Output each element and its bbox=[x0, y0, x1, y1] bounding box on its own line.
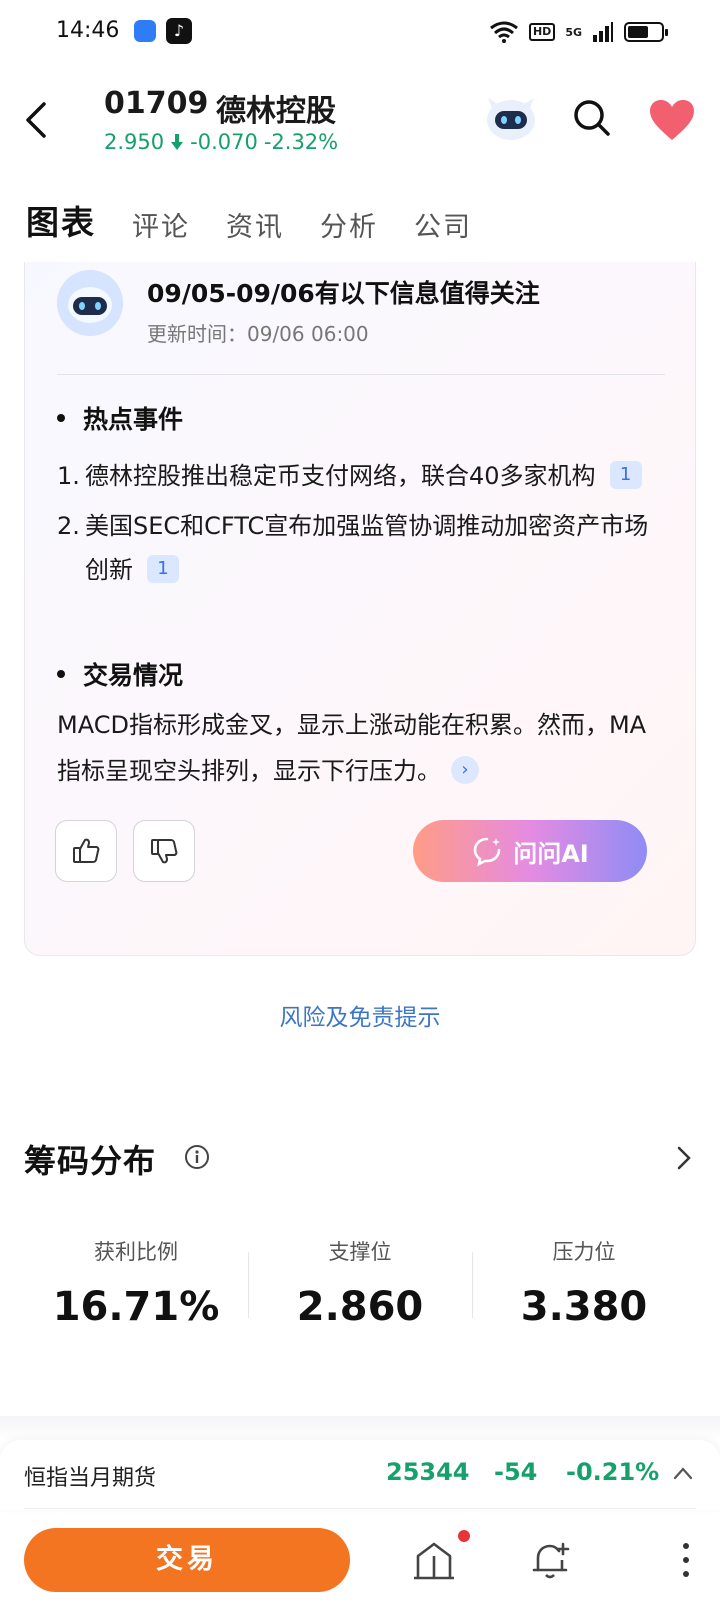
metric-resistance-level: 压力位 3.380 bbox=[472, 1236, 696, 1330]
stock-change: -0.070 bbox=[190, 130, 258, 154]
tab-comments[interactable]: 评论 bbox=[132, 205, 190, 244]
app-notification-icon bbox=[134, 20, 156, 42]
trade-button[interactable]: 交易 bbox=[24, 1528, 350, 1592]
list-item[interactable]: 2. 美国SEC和CFTC宣布加强监管协调推动加密资产市场创新 1 bbox=[57, 504, 657, 592]
ask-ai-button[interactable]: 问问AI bbox=[413, 820, 647, 882]
ai-robot-icon[interactable] bbox=[484, 94, 538, 142]
battery-icon bbox=[624, 22, 668, 42]
expand-chevron-icon[interactable]: › bbox=[451, 756, 479, 784]
futures-ticker-bar[interactable]: 恒指当月期货 25344 -54 -0.21% bbox=[0, 1440, 720, 1510]
metric-profit-ratio: 获利比例 16.71% bbox=[52, 1240, 220, 1330]
stock-name: 德林控股 bbox=[216, 94, 336, 129]
ai-card-updated-time: 更新时间：09/06 06:00 bbox=[147, 322, 369, 346]
trading-heading: 交易情况 bbox=[57, 656, 183, 692]
futures-change: -54 bbox=[494, 1458, 538, 1486]
network-type: 5G bbox=[565, 25, 582, 39]
tab-chart[interactable]: 图表 bbox=[24, 196, 96, 244]
stock-header: 01709 德林控股 2.950 -0.070 -2.32% bbox=[0, 80, 720, 170]
ai-insight-card: 09/05-09/06有以下信息值得关注 更新时间：09/06 06:00 热点… bbox=[24, 262, 696, 956]
back-arrow-icon[interactable] bbox=[22, 100, 52, 140]
reference-badge[interactable]: 1 bbox=[609, 461, 642, 489]
tiktok-notification-icon: ♪ bbox=[166, 18, 192, 44]
dislike-button[interactable] bbox=[133, 820, 195, 882]
section-tabs: 图表 评论 资讯 分析 公司 bbox=[24, 196, 472, 244]
section-separator bbox=[0, 1416, 720, 1440]
status-indicators: HD 5G bbox=[489, 18, 668, 46]
ai-card-title: 09/05-09/06有以下信息值得关注 bbox=[147, 279, 540, 308]
futures-name: 恒指当月期货 bbox=[24, 1466, 157, 1491]
stock-price: 2.950 bbox=[104, 130, 165, 154]
home-icon[interactable] bbox=[412, 1538, 456, 1582]
info-icon[interactable] bbox=[184, 1144, 210, 1170]
divider bbox=[24, 1508, 696, 1509]
ai-chat-icon bbox=[473, 837, 501, 867]
tab-analysis[interactable]: 分析 bbox=[320, 205, 378, 244]
bell-alert-icon[interactable] bbox=[528, 1538, 572, 1582]
stock-quote: 2.950 -0.070 -2.32% bbox=[104, 130, 338, 154]
more-vertical-icon[interactable] bbox=[676, 1540, 696, 1580]
ask-ai-label: 问问AI bbox=[513, 839, 589, 868]
futures-price: 25344 bbox=[386, 1458, 470, 1486]
tab-news[interactable]: 资讯 bbox=[226, 205, 284, 244]
hot-events-list: 1. 德林控股推出稳定币支付网络，联合40多家机构 1 2. 美国SEC和CFTC… bbox=[57, 454, 657, 598]
stock-change-pct: -2.32% bbox=[263, 130, 339, 154]
reference-badge[interactable]: 1 bbox=[147, 555, 179, 583]
chevron-right-icon[interactable] bbox=[674, 1144, 694, 1172]
status-time: 14:46 bbox=[56, 18, 120, 43]
hd-indicator: HD bbox=[528, 23, 556, 41]
like-button[interactable] bbox=[55, 820, 117, 882]
ai-avatar-icon bbox=[57, 270, 123, 336]
list-item[interactable]: 1. 德林控股推出稳定币支付网络，联合40多家机构 1 bbox=[57, 454, 657, 498]
chip-distribution-title: 筹码分布 bbox=[24, 1142, 157, 1180]
status-bar: 14:46 ♪ HD 5G bbox=[0, 0, 720, 66]
notification-dot bbox=[458, 1530, 470, 1542]
down-arrow-icon bbox=[171, 134, 184, 150]
chip-metrics: 获利比例 16.71% 支撑位 2.860 压力位 3.380 bbox=[24, 1236, 696, 1330]
thumbs-down-icon bbox=[151, 839, 178, 864]
favorite-heart-icon[interactable] bbox=[648, 98, 696, 142]
stock-code: 01709 bbox=[104, 86, 209, 121]
futures-change-pct: -0.21% bbox=[566, 1458, 660, 1486]
wifi-icon bbox=[490, 21, 518, 43]
risk-disclaimer-link[interactable]: 风险及免责提示 bbox=[0, 998, 720, 1032]
divider bbox=[57, 374, 665, 375]
trading-summary: MACD指标形成金叉，显示上涨动能在积累。然而，MA指标呈现空头排列，显示下行压… bbox=[57, 711, 647, 785]
search-icon[interactable] bbox=[572, 98, 612, 138]
metric-support-level: 支撑位 2.860 bbox=[248, 1236, 472, 1330]
tab-company[interactable]: 公司 bbox=[414, 205, 472, 244]
hot-events-heading: 热点事件 bbox=[57, 400, 183, 436]
signal-icon bbox=[593, 22, 613, 42]
chevron-up-icon[interactable] bbox=[672, 1466, 694, 1480]
thumbs-up-icon bbox=[73, 838, 100, 863]
